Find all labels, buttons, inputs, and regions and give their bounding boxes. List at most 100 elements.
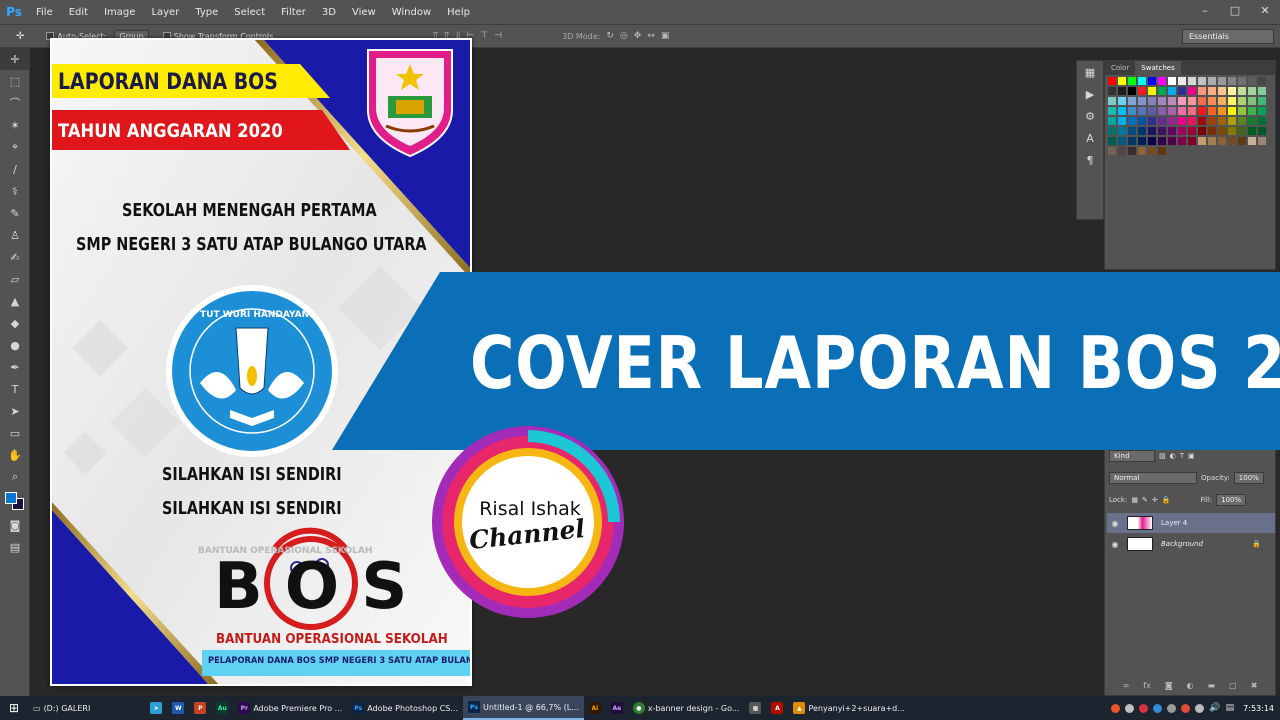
color-swatch[interactable] [1238,127,1246,135]
color-swatch[interactable] [1258,77,1266,85]
color-swatch[interactable] [1218,97,1226,105]
foreground-color-swatch[interactable] [5,492,17,504]
filter-adjust-icon[interactable]: ◐ [1170,452,1176,460]
color-swatch[interactable] [1218,77,1226,85]
align-center-icon[interactable]: ⊤ [480,31,488,41]
color-swatch[interactable] [1138,127,1146,135]
lasso-tool-icon[interactable]: ⌒ [0,92,30,114]
color-swatch[interactable] [1178,97,1186,105]
brush-tool-icon[interactable]: ✎ [0,202,30,224]
color-swatch[interactable] [1248,107,1256,115]
color-swatch[interactable] [1158,77,1166,85]
color-swatch[interactable] [1248,117,1256,125]
color-swatch[interactable] [1198,77,1206,85]
speaker-icon[interactable]: 🔊 [1209,703,1220,713]
color-swatch[interactable] [1158,117,1166,125]
workspace-switcher[interactable]: Essentials [1182,29,1274,44]
menu-file[interactable]: File [28,7,61,18]
adjustment-layer-icon[interactable]: ◐ [1187,681,1194,695]
color-swatch[interactable] [1198,97,1206,105]
color-swatch[interactable] [1138,137,1146,145]
eyedropper-tool-icon[interactable]: ∕ [0,158,30,180]
lock-paint-icon[interactable]: ✎ [1142,496,1148,504]
telegram-icon[interactable]: ➤ [150,702,163,714]
color-swatch[interactable] [1158,97,1166,105]
color-swatch[interactable] [1238,97,1246,105]
audition-icon[interactable]: Au [216,702,229,714]
color-swatch[interactable] [1238,107,1246,115]
3d-roll-icon[interactable]: ◎ [620,31,628,41]
color-swatch[interactable] [1118,147,1126,155]
tab-swatches[interactable]: Swatches [1135,61,1181,75]
color-swatch[interactable] [1128,107,1136,115]
color-swatch[interactable] [1168,137,1176,145]
color-swatch[interactable] [1108,107,1116,115]
color-swatches[interactable] [0,488,29,514]
properties-panel-icon[interactable]: ⚙ [1077,105,1103,127]
color-swatch[interactable] [1108,87,1116,95]
color-swatch[interactable] [1118,107,1126,115]
tray-app-icon[interactable] [1125,703,1135,713]
color-swatch[interactable] [1168,127,1176,135]
color-swatch[interactable] [1128,87,1136,95]
blur-tool-icon[interactable]: ◆ [0,312,30,334]
menu-select[interactable]: Select [226,7,273,18]
color-swatch[interactable] [1138,107,1146,115]
taskbar-app-premiere[interactable]: Pr Adobe Premiere Pro ... [233,696,347,720]
path-select-icon[interactable]: ➤ [0,400,30,422]
tray-app-icon[interactable] [1153,703,1163,713]
color-swatch[interactable] [1158,147,1166,155]
color-swatch[interactable] [1118,97,1126,105]
color-swatch[interactable] [1188,117,1196,125]
color-swatch[interactable] [1148,127,1156,135]
clone-stamp-icon[interactable]: ♙ [0,224,30,246]
tray-app-icon[interactable] [1181,703,1191,713]
menu-filter[interactable]: Filter [273,7,314,18]
add-mask-icon[interactable]: ◙ [1165,681,1173,695]
new-layer-icon[interactable]: □ [1229,681,1237,695]
lock-all-icon[interactable]: 🔒 [1162,496,1171,504]
lock-transparent-icon[interactable]: ▦ [1131,496,1138,504]
color-swatch[interactable] [1248,137,1256,145]
color-swatch[interactable] [1258,117,1266,125]
actions-panel-icon[interactable]: ▶ [1077,83,1103,105]
color-swatch[interactable] [1208,77,1216,85]
color-swatch[interactable] [1138,97,1146,105]
layer-row[interactable]: ◉ Background 🔒 [1107,534,1275,554]
color-swatch[interactable] [1178,137,1186,145]
zoom-tool-icon[interactable]: ⌕ [0,466,30,488]
color-swatch[interactable] [1158,127,1166,135]
screen-mode-icon[interactable]: ▤ [0,536,30,558]
color-swatch[interactable] [1228,77,1236,85]
color-swatch[interactable] [1238,77,1246,85]
taskbar-drive[interactable]: ▭ (D:) GALERI [28,696,95,720]
color-swatch[interactable] [1248,87,1256,95]
layer-style-icon[interactable]: fx [1143,681,1151,695]
color-swatch[interactable] [1138,117,1146,125]
opacity-input[interactable]: 100% [1233,472,1264,484]
color-swatch[interactable] [1108,147,1116,155]
color-swatch[interactable] [1168,87,1176,95]
color-swatch[interactable] [1188,87,1196,95]
taskbar-app-vlc[interactable]: ▲ Penyanyi+2+suara+d... [788,696,909,720]
color-swatch[interactable] [1228,87,1236,95]
color-swatch[interactable] [1228,107,1236,115]
color-swatch[interactable] [1148,147,1156,155]
paragraph-panel-icon[interactable]: ¶ [1077,149,1103,171]
acrobat-icon[interactable]: A [771,702,784,714]
character-panel-icon[interactable]: A [1077,127,1103,149]
color-swatch[interactable] [1108,77,1116,85]
color-swatch[interactable] [1228,127,1236,135]
color-swatch[interactable] [1168,77,1176,85]
color-swatch[interactable] [1208,137,1216,145]
visibility-eye-icon[interactable]: ◉ [1107,519,1123,528]
3d-scale-icon[interactable]: ▣ [661,31,670,41]
3d-pan-icon[interactable]: ✥ [634,31,642,41]
color-swatch[interactable] [1118,117,1126,125]
network-icon[interactable]: ▤ [1226,703,1235,713]
shape-tool-icon[interactable]: ▭ [0,422,30,444]
color-swatch[interactable] [1158,87,1166,95]
visibility-eye-icon[interactable]: ◉ [1107,540,1123,549]
document-canvas[interactable]: LAPORAN DANA BOS TAHUN ANGGARAN 2020 SEK… [50,38,472,686]
color-swatch[interactable] [1198,137,1206,145]
